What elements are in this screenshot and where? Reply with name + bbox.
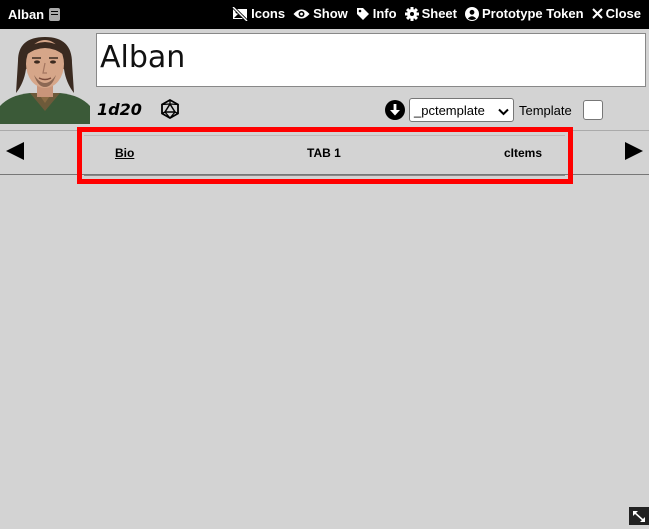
close-button[interactable]: Close bbox=[591, 6, 641, 21]
roll-formula[interactable]: 1d20 bbox=[97, 100, 142, 119]
tab-scroll-left-icon[interactable] bbox=[5, 141, 25, 165]
sheet-book-icon bbox=[49, 8, 61, 21]
eye-icon bbox=[293, 9, 310, 18]
prototype-token-button[interactable]: Prototype Token bbox=[464, 6, 584, 21]
sheet-button[interactable]: Sheet bbox=[404, 6, 457, 21]
window-title: Alban bbox=[8, 7, 61, 22]
prototype-token-button-label: Prototype Token bbox=[481, 6, 584, 21]
icons-button[interactable]: Icons bbox=[232, 6, 285, 21]
close-icon bbox=[591, 8, 603, 19]
character-name-input[interactable]: Alban bbox=[96, 33, 646, 87]
character-name-value: Alban bbox=[100, 40, 186, 75]
template-select[interactable]: _pctemplate bbox=[409, 98, 514, 122]
template-checkbox[interactable] bbox=[583, 100, 603, 120]
tag-icon bbox=[356, 7, 369, 20]
sheet-button-label: Sheet bbox=[421, 6, 457, 21]
d20-dice-icon[interactable] bbox=[160, 98, 180, 123]
resize-handle[interactable] bbox=[629, 507, 649, 525]
gear-icon bbox=[404, 6, 419, 21]
tab-content-area bbox=[0, 175, 649, 507]
icons-button-label: Icons bbox=[251, 6, 286, 21]
show-button-label: Show bbox=[313, 6, 348, 21]
info-button[interactable]: Info bbox=[356, 6, 397, 21]
window-title-text: Alban bbox=[8, 7, 45, 22]
info-button-label: Info bbox=[372, 6, 397, 21]
tab-scroll-right-icon[interactable] bbox=[624, 141, 644, 165]
template-select-value: _pctemplate bbox=[414, 103, 485, 118]
template-label: Template bbox=[519, 103, 572, 118]
window-header: Alban Icons Show Info Sheet Prototype To… bbox=[0, 0, 649, 29]
show-button[interactable]: Show bbox=[293, 6, 348, 21]
chevron-down-icon bbox=[498, 104, 509, 119]
close-button-label: Close bbox=[605, 6, 641, 21]
no-image-icon bbox=[232, 6, 249, 21]
character-portrait[interactable] bbox=[0, 31, 90, 124]
download-circle-icon[interactable] bbox=[385, 100, 405, 124]
resize-icon bbox=[633, 511, 645, 522]
user-circle-icon bbox=[464, 6, 479, 21]
